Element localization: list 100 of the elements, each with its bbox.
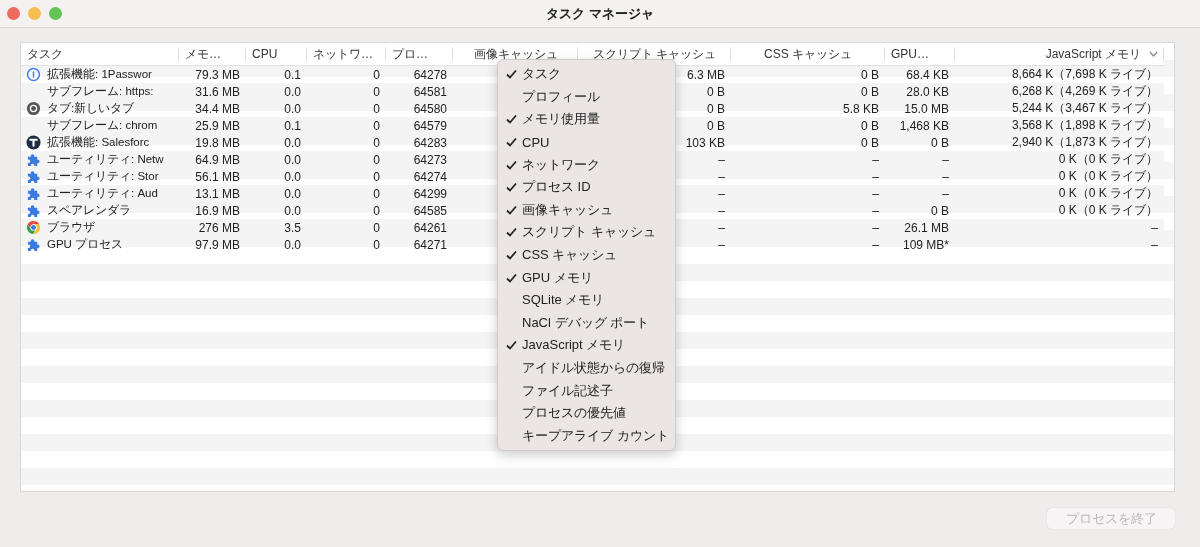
menu-item[interactable]: プロセスの優先値 [498,401,675,425]
table-cell: 64278 [413,67,447,82]
menu-item[interactable]: キープアライブ カウント [498,424,675,448]
table-cell: – [872,186,879,201]
table-cell: 0.0 [284,203,301,218]
puzzle-icon [26,203,41,218]
menu-item[interactable]: プロフィール [498,85,675,109]
checkmark-icon [506,114,517,125]
table-cell: 0 [373,84,380,99]
checkmark-icon [506,182,517,193]
menu-item[interactable]: アイドル状態からの復帰 [498,356,675,380]
menu-item[interactable]: NaCl デバッグ ポート [498,311,675,335]
table-cell: 0 [373,118,380,133]
table-cell: 68.4 KB [906,67,949,82]
table-cell: 0 [373,220,380,235]
menu-item[interactable]: CSS キャッシュ [498,243,675,267]
table-cell: 64581 [413,84,447,99]
table-cell: 28.0 KB [906,84,949,99]
menu-item[interactable]: スクリプト キャッシュ [498,221,675,244]
table-cell: 0 B [707,118,725,133]
table-cell: 1,468 KB [899,118,949,133]
menu-item[interactable]: ファイル記述子 [498,379,675,402]
browser-icon [26,101,41,116]
table-cell: 0 [373,67,380,82]
table-cell: 64585 [413,203,447,218]
table-cell: 97.9 MB [195,237,240,252]
table-cell: 0.1 [284,118,301,133]
table-cell: 0 B [861,84,879,99]
task-name: ユーティリティ: Stor [47,169,159,184]
table-cell: 3,568 K（1,898 K ライブ） [1011,118,1158,132]
task-name: ユーティリティ: Aud [47,186,158,201]
menu-item[interactable]: メモリ使用量 [498,108,675,131]
task-name: GPU プロセス [47,237,124,252]
table-cell: 0.1 [284,67,301,82]
table-cell: 0 B [707,84,725,99]
table-cell: 109 MB* [902,237,949,252]
table-cell: 6,268 K（4,269 K ライブ） [1011,84,1158,98]
checkmark-icon [506,272,517,283]
menu-item[interactable]: SQLite メモリ [498,288,675,312]
table-cell: 64579 [413,118,447,133]
table-cell: 0.0 [284,186,301,201]
table-cell: 0.0 [284,152,301,167]
table-cell: 0 [373,186,380,201]
table-cell: 64271 [413,237,447,252]
table-cell: 0 [373,101,380,116]
table-cell: 34.4 MB [195,101,240,116]
table-cell: 64299 [413,186,447,201]
table-cell: 64580 [413,101,447,116]
checkmark-icon [506,159,517,170]
zoom-button[interactable] [49,7,62,20]
table-cell: 0.0 [284,237,301,252]
table-cell: 103 KB [685,135,725,150]
menu-item[interactable]: 画像キャッシュ [498,198,675,222]
table-cell: 13.1 MB [195,186,240,201]
table-cell: 0 B [931,135,949,150]
puzzle-icon [26,186,41,201]
table-cell: 0 [373,135,380,150]
table-cell: 5,244 K（3,467 K ライブ） [1011,101,1158,115]
table-cell: 0 K（0 K ライブ） [1058,169,1158,183]
checkmark-icon [506,204,517,215]
table-cell: – [718,186,725,201]
menu-item[interactable]: タスク [498,63,675,86]
table-cell: 0 [373,169,380,184]
table-cell: 0.0 [284,169,301,184]
task-name: 拡張機能: 1Passwor [47,67,152,82]
table-cell: 25.9 MB [195,118,240,133]
table-cell: – [718,237,725,252]
table-cell: – [718,152,725,167]
table-cell: 15.0 MB [904,101,949,116]
table-cell: 0 B [861,118,879,133]
menu-item[interactable]: CPU [498,130,675,154]
minimize-button[interactable] [28,7,41,20]
info-icon [26,67,41,82]
table-cell: 64274 [413,169,447,184]
table-cell: 64.9 MB [195,152,240,167]
table-cell: – [942,186,949,201]
table-cell: 19.8 MB [195,135,240,150]
puzzle-icon [26,237,41,252]
close-button[interactable] [7,7,20,20]
table-cell: 56.1 MB [195,169,240,184]
menu-item[interactable]: GPU メモリ [498,266,675,289]
table-cell: 0 B [861,135,879,150]
table-cell: 79.3 MB [195,67,240,82]
table-cell: – [872,237,879,252]
table-cell: – [872,203,879,218]
task-name: タブ:新しいタブ [47,101,135,116]
task-name: 拡張機能: Salesforc [47,135,150,150]
task-name: ユーティリティ: Netw [47,152,164,167]
menu-item[interactable]: プロセス ID [498,175,675,199]
table-cell: 16.9 MB [195,203,240,218]
table-cell: – [942,152,949,167]
table-cell: 0 B [931,203,949,218]
table-cell: 0 K（0 K ライブ） [1058,203,1158,217]
task-name: ブラウザ [47,220,95,235]
menu-item[interactable]: JavaScript メモリ [498,334,675,357]
table-cell: 26.1 MB [904,220,949,235]
menu-item[interactable]: ネットワーク [498,153,675,176]
table-cell: – [1151,237,1158,252]
table-cell: – [872,152,879,167]
table-cell: – [718,169,725,184]
